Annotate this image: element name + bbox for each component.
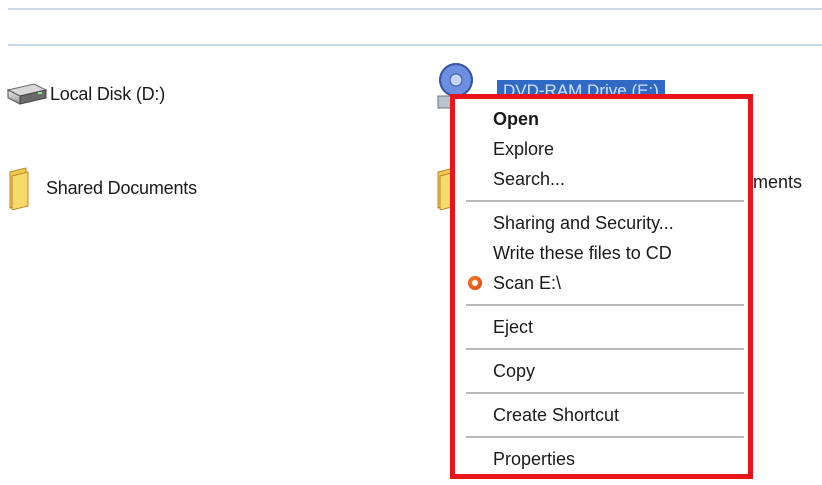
menu-separator (466, 392, 744, 394)
folder-icon (4, 166, 38, 211)
menu-item-scan[interactable]: Scan E:\ (462, 268, 748, 298)
shared-documents-label: Shared Documents (46, 177, 197, 198)
top-divider (8, 8, 822, 10)
hard-disk-icon (4, 80, 48, 108)
scan-icon (468, 276, 482, 290)
menu-item-create-shortcut[interactable]: Create Shortcut (462, 400, 748, 430)
local-disk-label: Local Disk (D:) (50, 83, 166, 104)
menu-separator (466, 304, 744, 306)
menu-item-open[interactable]: Open (462, 104, 748, 134)
menu-separator (466, 436, 744, 438)
context-menu: Open Explore Search... Sharing and Secur… (462, 104, 748, 474)
menu-item-explore[interactable]: Explore (462, 134, 748, 164)
menu-item-properties[interactable]: Properties (462, 444, 748, 474)
partial-folder-label: ments (753, 172, 803, 192)
menu-item-search[interactable]: Search... (462, 164, 748, 194)
menu-item-sharing-security[interactable]: Sharing and Security... (462, 208, 748, 238)
local-disk-d-item[interactable]: Local Disk (D:) (4, 80, 165, 108)
menu-item-eject[interactable]: Eject (462, 312, 748, 342)
menu-separator (466, 348, 744, 350)
shared-documents-item[interactable]: Shared Documents (4, 166, 197, 211)
menu-item-copy[interactable]: Copy (462, 356, 748, 386)
menu-separator (466, 200, 744, 202)
menu-item-write-to-cd[interactable]: Write these files to CD (462, 238, 748, 268)
menu-item-scan-label: Scan E:\ (493, 273, 562, 293)
section-divider (8, 44, 822, 46)
